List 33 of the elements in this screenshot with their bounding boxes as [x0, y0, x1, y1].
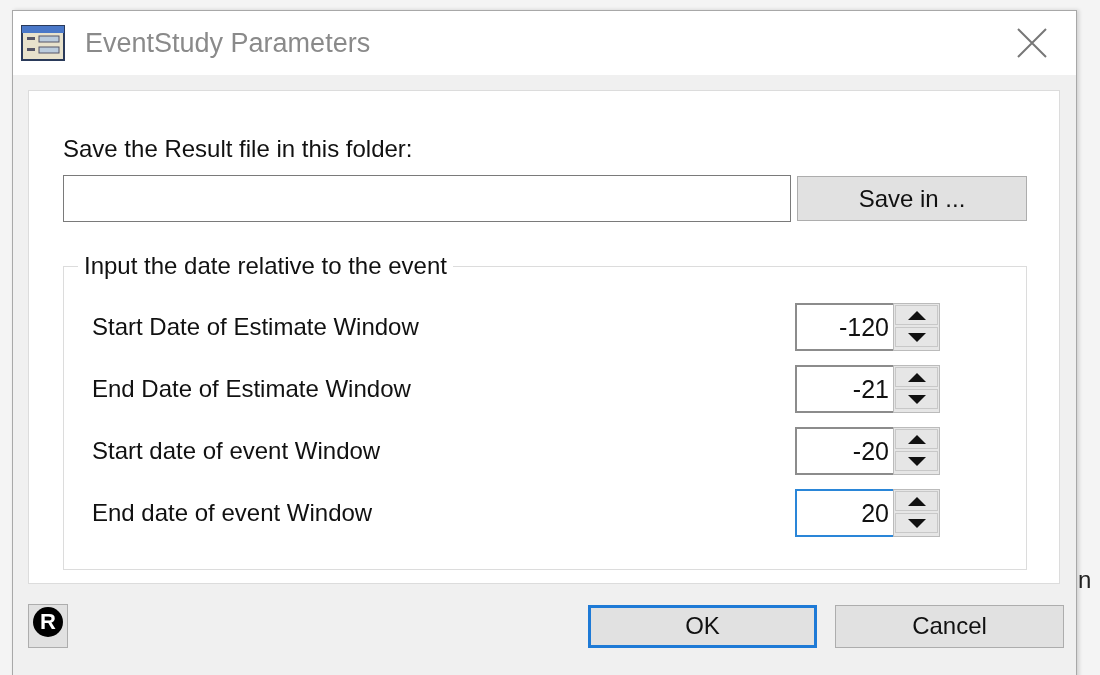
field-label: Start date of event Window	[92, 437, 381, 465]
down-triangle-icon	[907, 518, 926, 528]
spin-up-button[interactable]	[895, 491, 938, 511]
window-title: EventStudy Parameters	[85, 27, 372, 59]
folder-label: Save the Result file in this folder:	[63, 135, 414, 163]
spin-up-button[interactable]	[895, 367, 938, 387]
up-triangle-icon	[907, 372, 926, 382]
number-field[interactable]: -20	[795, 427, 893, 475]
down-triangle-icon	[907, 332, 926, 342]
down-triangle-icon	[907, 456, 926, 466]
r-logo-button[interactable]: R	[28, 604, 68, 648]
field-label: Start Date of Estimate Window	[92, 313, 419, 341]
field-label: End Date of Estimate Window	[92, 375, 411, 403]
number-field[interactable]: 20	[795, 489, 893, 537]
number-field[interactable]: -21	[795, 365, 893, 413]
form-icon	[21, 25, 65, 61]
spin-down-button[interactable]	[895, 451, 938, 471]
spin-up-button[interactable]	[895, 429, 938, 449]
up-triangle-icon	[907, 434, 926, 444]
spin-down-button[interactable]	[895, 389, 938, 409]
spin-down-button[interactable]	[895, 513, 938, 533]
down-triangle-icon	[907, 394, 926, 404]
save-in-button[interactable]: Save in ...	[797, 176, 1027, 221]
background-text: n	[1078, 566, 1092, 594]
up-triangle-icon	[907, 310, 926, 320]
ok-button[interactable]: OK	[588, 604, 817, 648]
up-triangle-icon	[907, 496, 926, 506]
spin-down-button[interactable]	[895, 327, 938, 347]
spin-up-button[interactable]	[895, 305, 938, 325]
field-label: End date of event Window	[92, 499, 373, 527]
folder-field[interactable]	[63, 175, 791, 222]
cancel-button[interactable]: Cancel	[835, 604, 1064, 648]
number-field[interactable]: -120	[795, 303, 893, 351]
